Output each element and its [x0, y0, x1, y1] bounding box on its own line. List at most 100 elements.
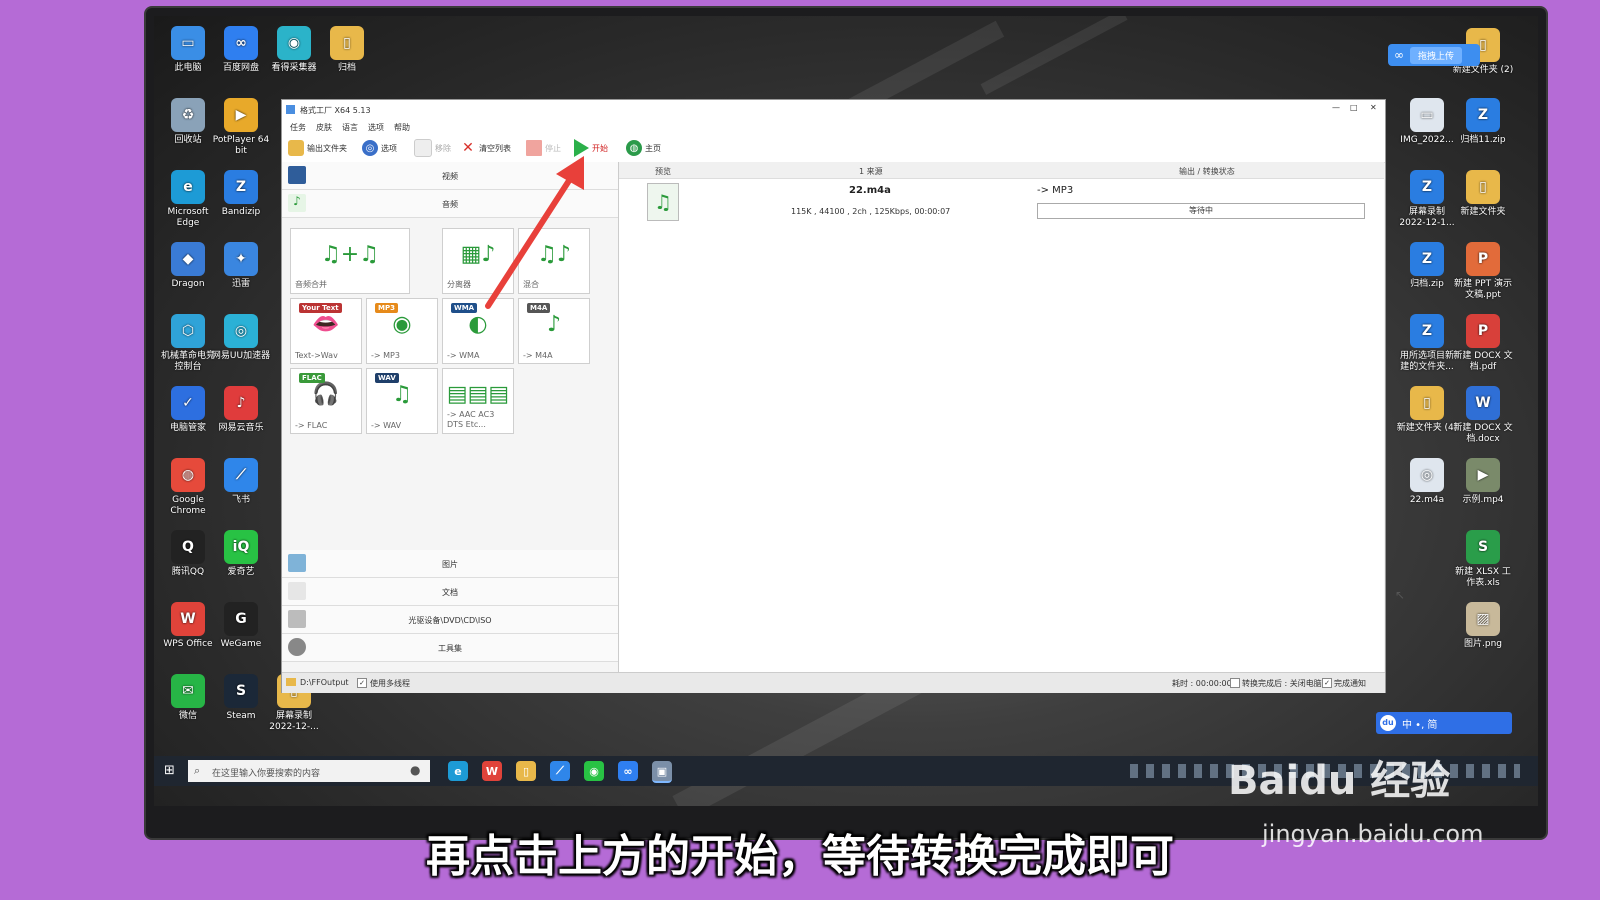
desktop-icon[interactable]: Z Bandizip: [210, 170, 272, 218]
baidu-ime-logo-icon: du: [1380, 715, 1396, 731]
desktop-file-label: 屏幕录制 2022-12-1...: [1399, 207, 1455, 228]
ime-toolbar[interactable]: du 中 •, 简: [1376, 712, 1512, 734]
maximize-icon[interactable]: □: [1350, 103, 1358, 112]
desktop-file-label: 归档11.zip: [1460, 135, 1506, 145]
taskbar-edge-icon[interactable]: e: [448, 761, 468, 781]
desktop-icon[interactable]: ⟋ 飞书: [210, 458, 272, 506]
desktop-file-label: 新建 PPT 演示文稿.ppt: [1453, 279, 1513, 300]
ime-status: 中 •, 简: [1402, 719, 1438, 731]
folder-icon: [288, 140, 304, 156]
audio-tool-tile[interactable]: 🎧 FLAC -> FLAC: [290, 368, 362, 434]
taskbar-explorer-icon[interactable]: ▯: [516, 761, 536, 781]
title-bar[interactable]: 格式工厂 X64 5.13 — □ ✕: [282, 100, 1385, 120]
audio-tool-tile[interactable]: ♫ WAV -> WAV: [366, 368, 438, 434]
desktop-file-icon[interactable]: ◎ 22.m4a: [1396, 458, 1458, 506]
desktop-file-icon[interactable]: ▯ 新建文件夹 (4): [1396, 386, 1458, 434]
output-path[interactable]: D:\FFOutput: [300, 678, 349, 687]
taskbar-baidunetdisk-icon[interactable]: ∞: [618, 761, 638, 781]
desktop-icon[interactable]: iQ 爱奇艺: [210, 530, 272, 578]
audio-tool-label: 音频合并: [295, 280, 327, 289]
desktop-file-label: 用所选项目新建的文件夹...: [1399, 351, 1454, 372]
multithread-label: 使用多线程: [370, 679, 410, 688]
category-tools-label: 工具集: [438, 644, 462, 653]
app-icon: ✉: [171, 674, 205, 708]
cortana-icon[interactable]: ●: [410, 763, 420, 777]
options-button[interactable]: ◎ 选项: [362, 138, 397, 158]
app-icon: ⬡: [171, 314, 205, 348]
file-icon: ▯: [1466, 170, 1500, 204]
taskbar-formatfactory-icon[interactable]: ▣: [652, 761, 672, 783]
menu-item[interactable]: 皮肤: [316, 122, 332, 133]
desktop-file-icon[interactable]: Z 用所选项目新建的文件夹...: [1396, 314, 1458, 373]
cloud-upload-widget[interactable]: ∞ 拖拽上传: [1388, 44, 1480, 66]
task-list-header: 预览 1 来源 输出 / 转换状态: [619, 162, 1384, 179]
app-icon: W: [171, 602, 205, 636]
task-row[interactable]: ♫ 22.m4a 115K , 44100 , 2ch , 125Kbps, 0…: [619, 179, 1384, 223]
app-icon: S: [224, 674, 258, 708]
elapsed-time: 耗时 : 00:00:00: [1172, 679, 1232, 688]
home-button[interactable]: ◍ 主页: [626, 138, 661, 158]
desktop-file-icon[interactable]: Z 归档11.zip: [1452, 98, 1514, 146]
menu-item[interactable]: 帮助: [394, 122, 410, 133]
app-icon: iQ: [224, 530, 258, 564]
desktop-icon[interactable]: G WeGame: [210, 602, 272, 650]
menu-item[interactable]: 选项: [368, 122, 384, 133]
desktop-file-icon[interactable]: ▭ IMG_2022...: [1396, 98, 1458, 146]
desktop-file-icon[interactable]: P 新建 DOCX 文档.pdf: [1452, 314, 1514, 373]
menu-bar: 任务 皮肤 语言 选项 帮助: [282, 120, 1385, 134]
category-tools[interactable]: 工具集: [282, 634, 618, 662]
notify-checkbox[interactable]: ✓: [1322, 678, 1332, 688]
audio-tool-tile[interactable]: 👄 Your Text Text->Wav: [290, 298, 362, 364]
audio-tool-tile[interactable]: ♫+♫ 音频合并: [290, 228, 410, 294]
close-icon[interactable]: ✕: [1370, 103, 1377, 112]
output-folder-label: 输出文件夹: [307, 143, 347, 153]
app-icon: ♪: [224, 386, 258, 420]
after-convert-checkbox[interactable]: [1230, 678, 1240, 688]
desktop-file-icon[interactable]: Z 归档.zip: [1396, 242, 1458, 290]
desktop-file-icon[interactable]: ▯ 新建文件夹: [1452, 170, 1514, 218]
desktop-file-icon[interactable]: P 新建 PPT 演示文稿.ppt: [1452, 242, 1514, 301]
desktop-icon-label: 爱奇艺: [227, 567, 255, 577]
desktop-file-icon[interactable]: Z 屏幕录制 2022-12-1...: [1396, 170, 1458, 229]
desktop-file-label: IMG_2022...: [1400, 135, 1454, 145]
desktop-file-label: 新建 DOCX 文档.docx: [1453, 423, 1513, 444]
desktop-file-icon[interactable]: ▨ 图片.png: [1452, 602, 1514, 650]
task-list: 预览 1 来源 输出 / 转换状态 ♫ 22.m4a 115K , 44100 …: [619, 162, 1405, 672]
desktop-file-label: 归档.zip: [1410, 279, 1444, 289]
output-folder-button[interactable]: 输出文件夹: [288, 138, 347, 158]
file-icon: Z: [1466, 98, 1500, 132]
app-icon: ▭: [171, 26, 205, 60]
category-image[interactable]: 图片: [282, 550, 618, 578]
desktop-icon[interactable]: ✦ 迅雷: [210, 242, 272, 290]
desktop-icon[interactable]: ♪ 网易云音乐: [210, 386, 272, 434]
col-preview[interactable]: 预览: [655, 166, 671, 177]
desktop-file-icon[interactable]: ▶ 示例.mp4: [1452, 458, 1514, 506]
desktop-file-icon[interactable]: W 新建 DOCX 文档.docx: [1452, 386, 1514, 445]
desktop-icon[interactable]: ▶ PotPlayer 64 bit: [210, 98, 272, 157]
menu-item[interactable]: 任务: [290, 122, 306, 133]
taskbar-search-box[interactable]: ⌕ 在这里输入你要搜索的内容 ●: [188, 760, 430, 782]
col-output-status[interactable]: 输出 / 转换状态: [1179, 166, 1235, 177]
desktop-file-label: 新建文件夹 (2): [1452, 65, 1514, 75]
taskbar-wps-icon[interactable]: W: [482, 761, 502, 781]
col-source[interactable]: 1 来源: [859, 166, 883, 177]
file-icon: ▶: [1466, 458, 1500, 492]
windows-start-icon[interactable]: ⊞: [164, 764, 178, 778]
audio-tool-label: -> WAV: [371, 421, 402, 430]
file-icon: P: [1466, 242, 1500, 276]
audio-tool-tile[interactable]: ▤▤▤ -> AAC AC3 DTS Etc...: [442, 368, 514, 434]
category-document[interactable]: 文档: [282, 578, 618, 606]
category-disc[interactable]: 光驱设备\DVD\CD\ISO: [282, 606, 618, 634]
desktop-icon[interactable]: ◎ 网易UU加速器: [210, 314, 272, 362]
file-icon: ◎: [1410, 458, 1444, 492]
audio-tool-tile[interactable]: ◉ MP3 -> MP3: [366, 298, 438, 364]
remove-button[interactable]: 移除: [414, 138, 451, 158]
menu-item[interactable]: 语言: [342, 122, 358, 133]
minimize-icon[interactable]: —: [1332, 103, 1340, 112]
multithread-checkbox[interactable]: ✓: [357, 678, 367, 688]
desktop-icon[interactable]: ▯ 归档: [316, 26, 378, 74]
taskbar-feishu-icon[interactable]: ⟋: [550, 761, 570, 781]
taskbar-iqiyi-icon[interactable]: ◉: [584, 761, 604, 781]
format-factory-window[interactable]: 格式工厂 X64 5.13 — □ ✕ 任务 皮肤 语言 选项 帮助 输出文件夹 ◎ 选…: [281, 99, 1405, 693]
desktop-file-icon[interactable]: S 新建 XLSX 工作表.xls: [1452, 530, 1514, 589]
